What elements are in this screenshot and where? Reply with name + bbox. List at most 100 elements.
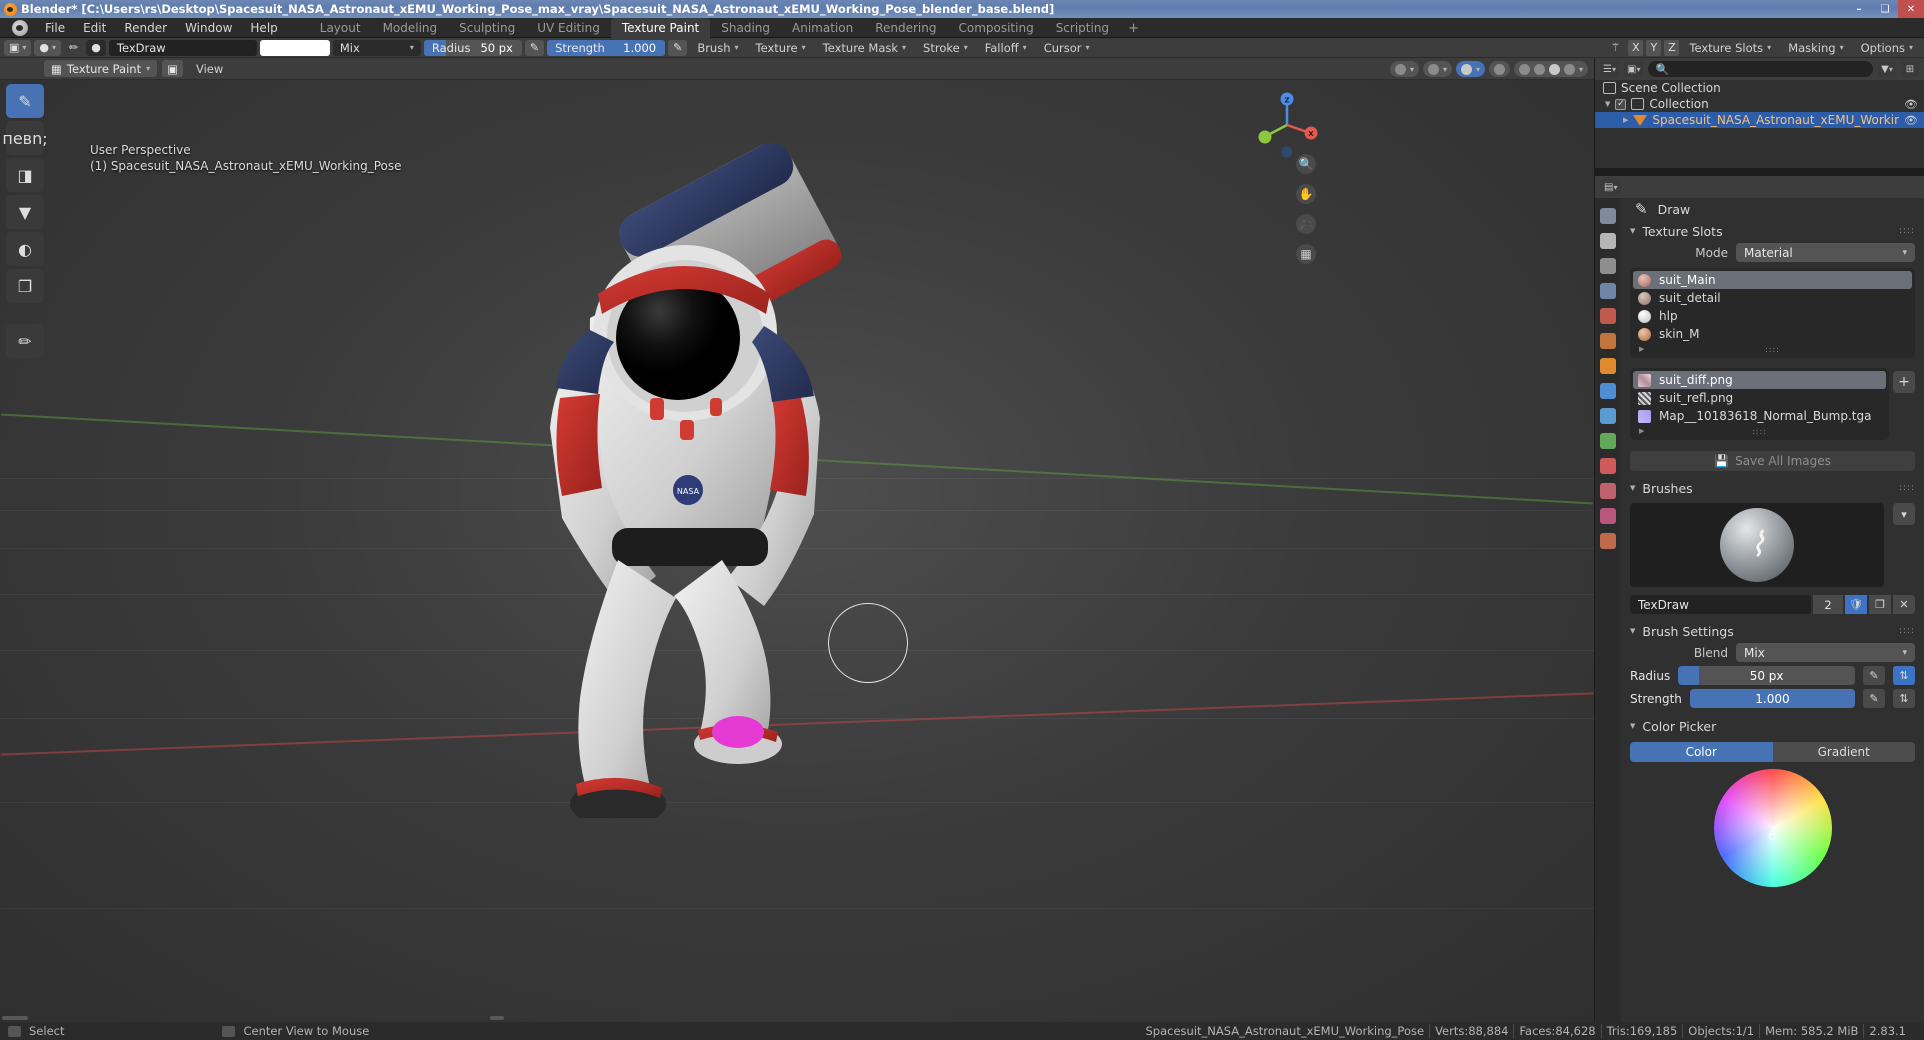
add-texture-slot-button[interactable]: +: [1893, 371, 1915, 393]
menu-help[interactable]: Help: [241, 19, 286, 37]
brush-datablock-icon[interactable]: ●: [86, 39, 106, 56]
visibility-icon[interactable]: ▾: [1389, 61, 1419, 77]
list-item[interactable]: skin_M: [1633, 325, 1912, 343]
menu-file[interactable]: File: [36, 19, 74, 37]
blend-mode-dropdown[interactable]: Mix ▾: [332, 39, 421, 56]
tab-data-icon[interactable]: [1600, 483, 1616, 499]
disclosure-triangle-icon[interactable]: ▼: [1630, 484, 1635, 492]
properties-editor-type-icon[interactable]: ▤ ▾: [1601, 179, 1621, 195]
tab-render-icon[interactable]: [1600, 233, 1616, 249]
panel-brushes-header[interactable]: ▼ Brushes ::::: [1621, 477, 1924, 499]
disclosure-triangle-icon[interactable]: ▼: [1605, 100, 1610, 108]
expand-arrow-icon[interactable]: ▶: [1639, 427, 1645, 435]
brush-preview[interactable]: ⌇: [1630, 503, 1884, 587]
tab-scripting[interactable]: Scripting: [1045, 18, 1120, 38]
overlays-toggle-icon[interactable]: ▾: [1455, 61, 1485, 77]
list-item[interactable]: Map__10183618_Normal_Bump.tga: [1633, 407, 1886, 425]
disclosure-triangle-icon[interactable]: ▼: [1630, 722, 1635, 730]
save-all-images-button[interactable]: 💾 Save All Images: [1630, 451, 1915, 471]
blender-menu-icon[interactable]: [12, 19, 28, 36]
texture-mode-dropdown[interactable]: Material ▾: [1736, 243, 1915, 262]
close-button[interactable]: ✕: [1898, 0, 1924, 18]
viewport-mode-dropdown[interactable]: ▦ Texture Paint ▾: [44, 60, 158, 77]
eye-icon[interactable]: 👁: [1904, 114, 1918, 127]
grip-dots-icon[interactable]: ::::: [1899, 626, 1915, 636]
material-slot-list[interactable]: suit_Main suit_detail hlp skin_M ▶::::: [1630, 268, 1915, 358]
eye-icon[interactable]: 👁: [1904, 98, 1918, 111]
tab-color[interactable]: Color: [1630, 742, 1773, 762]
brush-name-field[interactable]: TexDraw: [108, 39, 257, 56]
outliner-row-scene-collection[interactable]: Scene Collection: [1595, 80, 1924, 96]
grip-dots-icon[interactable]: ::::: [1899, 226, 1915, 236]
maximize-button[interactable]: ❑: [1872, 0, 1898, 18]
xray-toggle-icon[interactable]: [1488, 61, 1510, 77]
material-list-footer[interactable]: ▶::::: [1633, 343, 1912, 355]
radius-slider[interactable]: Radius 50 px: [423, 39, 522, 56]
tab-texture-paint[interactable]: Texture Paint: [610, 17, 711, 38]
image-list-footer[interactable]: ▶::::: [1633, 425, 1886, 437]
tab-particles-icon[interactable]: [1600, 408, 1616, 424]
tab-compositing[interactable]: Compositing: [947, 18, 1044, 38]
outliner-editor-type-icon[interactable]: ☰ ▾: [1600, 61, 1619, 77]
list-item[interactable]: hlp: [1633, 307, 1912, 325]
menu-falloff[interactable]: Falloff ▾: [978, 40, 1034, 56]
tab-object-icon[interactable]: [1600, 358, 1616, 374]
tab-output-icon[interactable]: [1600, 258, 1616, 274]
disclosure-triangle-icon[interactable]: ▶: [1623, 116, 1628, 124]
collection-checkbox[interactable]: ✓: [1615, 98, 1627, 110]
menu-texture[interactable]: Texture ▾: [749, 40, 813, 56]
tab-texture-icon[interactable]: [1600, 533, 1616, 549]
pan-hand-icon[interactable]: ✋: [1296, 184, 1316, 204]
tool-annotate-icon[interactable]: ✏: [6, 324, 44, 358]
brush-users-count[interactable]: 2: [1813, 595, 1843, 614]
panel-texture-slots-header[interactable]: ▼ Texture Slots ::::: [1621, 220, 1924, 242]
strength-pressure-icon[interactable]: ✎: [1863, 689, 1885, 708]
tab-animation[interactable]: Animation: [781, 18, 864, 38]
tab-tool-icon[interactable]: [1600, 208, 1616, 224]
grip-dots-icon[interactable]: ::::: [1899, 483, 1915, 493]
radius-unit-icon[interactable]: ⇅: [1893, 666, 1915, 685]
outliner-display-mode-icon[interactable]: ▣ ▾: [1623, 61, 1644, 77]
viewport-view-menu[interactable]: View: [188, 62, 231, 76]
image-slot-list[interactable]: suit_diff.png suit_refl.png Map__1018361…: [1630, 368, 1889, 440]
horizontal-scrollbar-left[interactable]: [2, 1016, 28, 1020]
outliner-search-input[interactable]: 🔍: [1648, 61, 1873, 77]
tab-gradient[interactable]: Gradient: [1772, 742, 1915, 762]
outliner-row-object[interactable]: ▶ Spacesuit_NASA_Astronaut_xEMU_Working_…: [1595, 112, 1924, 128]
viewport-shading-preview-icon[interactable]: ▣: [162, 60, 183, 77]
radius-pressure-icon[interactable]: ✎: [1863, 666, 1885, 685]
menu-texture-slots[interactable]: Texture Slots ▾: [1682, 40, 1778, 56]
strength-pressure-icon[interactable]: ✎: [668, 39, 688, 56]
list-item[interactable]: suit_Main: [1633, 271, 1912, 289]
menu-texture-mask[interactable]: Texture Mask ▾: [816, 40, 913, 56]
minimize-button[interactable]: –: [1846, 0, 1872, 18]
perspective-toggle-icon[interactable]: ▦: [1296, 244, 1316, 264]
strength-unit-icon[interactable]: ⇅: [1893, 689, 1915, 708]
menu-masking[interactable]: Masking ▾: [1781, 40, 1850, 56]
fake-user-icon[interactable]: 🛡: [1845, 595, 1867, 614]
outliner-row-collection[interactable]: ▼ ✓ Collection 👁: [1595, 96, 1924, 112]
tool-smear-icon[interactable]: ◨: [6, 158, 44, 192]
symmetry-x-button[interactable]: X: [1628, 39, 1644, 56]
tool-draw-icon[interactable]: ✎: [6, 84, 44, 118]
gizmo-toggle-icon[interactable]: ▾: [1422, 61, 1452, 77]
viewport-3d[interactable]: NASA ▦ Texture Paint ▾ ▣ View ▾ ▾ ▾ ▾ ✎ …: [0, 58, 1594, 1022]
brush-name-field[interactable]: TexDraw: [1630, 595, 1811, 614]
color-wheel-cursor[interactable]: [1769, 832, 1776, 840]
tab-shading[interactable]: Shading: [710, 18, 781, 38]
panel-color-picker-header[interactable]: ▼ Color Picker: [1621, 715, 1924, 737]
tab-uv-editing[interactable]: UV Editing: [526, 18, 611, 38]
shading-modes[interactable]: ▾: [1513, 61, 1588, 77]
menu-stroke[interactable]: Stroke ▾: [916, 40, 975, 56]
menu-brush[interactable]: Brush ▾: [690, 40, 745, 56]
color-wheel[interactable]: [1713, 769, 1832, 887]
horizontal-scrollbar-viewport[interactable]: [490, 1016, 504, 1020]
symmetry-y-button[interactable]: Y: [1646, 39, 1662, 56]
radius-slider[interactable]: 50 px: [1678, 666, 1855, 685]
strength-slider[interactable]: 1.000: [1689, 689, 1855, 708]
navigation-gizmo[interactable]: Z X: [1252, 90, 1322, 160]
menu-cursor[interactable]: Cursor ▾: [1037, 40, 1097, 56]
panel-brush-settings-header[interactable]: ▼ Brush Settings ::::: [1621, 620, 1924, 642]
tab-modeling[interactable]: Modeling: [372, 18, 449, 38]
tab-modifiers-icon[interactable]: [1600, 383, 1616, 399]
